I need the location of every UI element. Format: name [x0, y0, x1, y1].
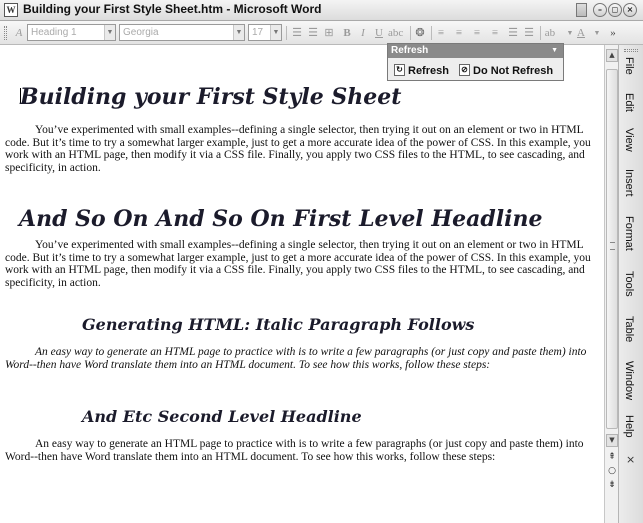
vertical-scrollbar[interactable]: ▲ ▼ ⇞ ○ ⇟: [604, 45, 618, 523]
menu-format[interactable]: Format: [623, 216, 640, 256]
refresh-button-label: Refresh: [408, 65, 449, 77]
font-size-combo[interactable]: 17 ▼: [248, 24, 282, 41]
heading-first-level: And So On And So On First Level Headline: [19, 206, 543, 232]
menu-insert[interactable]: Insert: [623, 169, 640, 209]
separator: [286, 26, 287, 40]
chevron-down-icon[interactable]: ▼: [590, 25, 604, 41]
menu-bar-grip[interactable]: [624, 49, 638, 52]
font-value: Georgia: [123, 27, 159, 38]
menu-tools[interactable]: Tools: [623, 271, 640, 311]
italic-paragraph: An easy way to generate an HTML page to …: [5, 346, 587, 371]
close-button[interactable]: ×: [623, 3, 637, 17]
do-not-refresh-button[interactable]: ⊘ Do Not Refresh: [459, 64, 553, 78]
chevron-down-icon[interactable]: ▼: [104, 25, 115, 40]
scroll-up-icon[interactable]: ▲: [606, 49, 618, 62]
heading-italic-paragraph: Generating HTML: Italic Paragraph Follow…: [82, 315, 475, 334]
menu-window[interactable]: Window: [623, 361, 640, 401]
toolbar-grip[interactable]: [4, 26, 7, 40]
close-document-icon[interactable]: ×: [626, 453, 635, 466]
body-paragraph: You’ve experimented with small examples-…: [5, 239, 591, 289]
word-doc-icon[interactable]: W: [4, 3, 18, 17]
italic-button[interactable]: I: [356, 25, 370, 41]
body-paragraph: An easy way to generate an HTML page to …: [5, 438, 584, 463]
style-combo[interactable]: Heading 1 ▼: [27, 24, 116, 41]
separator: [431, 26, 432, 40]
heading-second-level: And Etc Second Level Headline: [82, 407, 362, 426]
insert-table-icon[interactable]: ⊞: [322, 25, 336, 41]
bullets-icon[interactable]: ☰: [306, 25, 320, 41]
document-area[interactable]: Building your First Style Sheet You’ve e…: [0, 45, 604, 523]
font-color-icon[interactable]: A: [574, 25, 588, 41]
vertical-menu-bar: File Edit View Insert Format Tools Table…: [618, 45, 643, 523]
document-icon: [576, 3, 587, 17]
minimize-button[interactable]: –: [593, 3, 607, 17]
justify-icon[interactable]: ≡: [488, 25, 502, 41]
refresh-toolbar[interactable]: Refresh ▼ ↻ Refresh ⊘ Do Not Refresh: [387, 43, 564, 81]
stop-refresh-icon: ⊘: [459, 64, 470, 76]
align-center-icon[interactable]: ≡: [452, 25, 466, 41]
toolbar-options-icon[interactable]: »: [606, 25, 620, 41]
highlight-icon[interactable]: ab: [543, 25, 557, 41]
chevron-down-icon[interactable]: ▼: [270, 25, 281, 40]
menu-table[interactable]: Table: [623, 316, 640, 356]
bold-button[interactable]: B: [340, 25, 354, 41]
heading-1: Building your First Style Sheet: [20, 84, 402, 110]
font-size-value: 17: [252, 27, 264, 38]
underline-button[interactable]: U: [372, 25, 386, 41]
formatting-toolbar: A Heading 1 ▼ Georgia ▼ 17 ▼ ☰ ☰ ⊞ B I U…: [0, 21, 643, 45]
refresh-button[interactable]: ↻ Refresh: [394, 64, 449, 78]
chevron-down-icon[interactable]: ▼: [551, 44, 558, 58]
menu-help[interactable]: Help: [623, 415, 640, 455]
refresh-toolbar-title[interactable]: Refresh ▼: [388, 44, 563, 58]
browse-object-icon[interactable]: ○: [606, 465, 618, 477]
restore-button[interactable]: ◻: [608, 3, 622, 17]
decrease-indent-icon[interactable]: ☰: [506, 25, 520, 41]
menu-view[interactable]: View: [623, 128, 640, 168]
do-not-refresh-label: Do Not Refresh: [473, 65, 554, 77]
scroll-down-icon[interactable]: ▼: [606, 434, 618, 447]
increase-indent-icon[interactable]: ☰: [522, 25, 536, 41]
scrollbar-thumb[interactable]: [606, 69, 618, 429]
refresh-icon: ↻: [394, 64, 405, 76]
align-left-icon[interactable]: ≡: [434, 25, 448, 41]
previous-page-icon[interactable]: ⇞: [606, 451, 618, 463]
next-page-icon[interactable]: ⇟: [606, 479, 618, 491]
scrollbar-grip: [610, 242, 615, 250]
body-paragraph: You’ve experimented with small examples-…: [5, 124, 591, 174]
chevron-down-icon[interactable]: ▼: [233, 25, 244, 40]
window-title: Building your First Style Sheet.htm - Mi…: [23, 2, 322, 16]
refresh-toolbar-label: Refresh: [391, 45, 429, 56]
hyperlink-icon[interactable]: ❂: [413, 25, 427, 41]
separator: [540, 26, 541, 40]
numbering-icon[interactable]: ☰: [290, 25, 304, 41]
separator: [410, 26, 411, 40]
font-combo[interactable]: Georgia ▼: [119, 24, 245, 41]
styles-pane-icon[interactable]: A: [12, 25, 26, 41]
title-bar: W Building your First Style Sheet.htm - …: [0, 0, 643, 21]
menu-edit[interactable]: Edit: [623, 93, 640, 133]
strikethrough-icon[interactable]: abc: [388, 25, 403, 41]
menu-file[interactable]: File: [623, 57, 640, 97]
style-value: Heading 1: [31, 27, 77, 38]
align-right-icon[interactable]: ≡: [470, 25, 484, 41]
